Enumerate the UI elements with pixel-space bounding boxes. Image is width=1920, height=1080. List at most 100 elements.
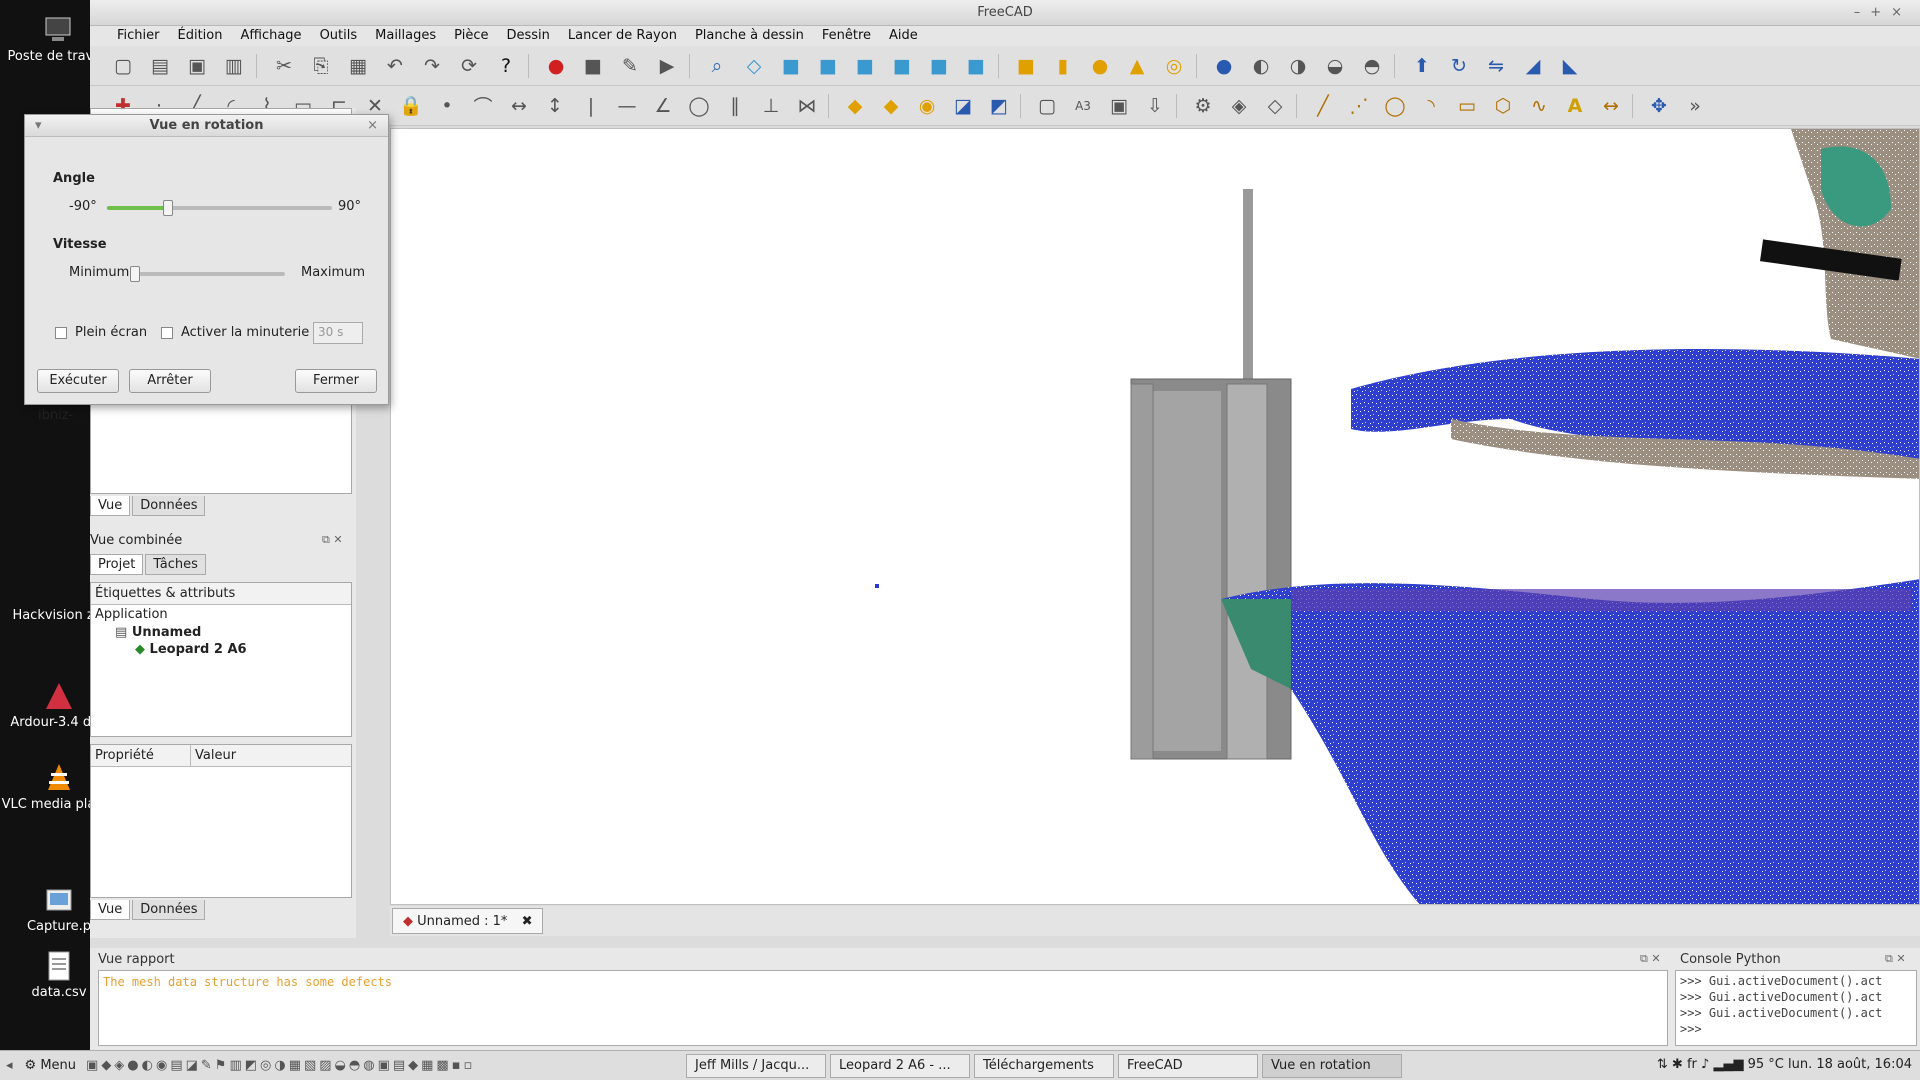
- taskbar-scroll-left-icon[interactable]: ◂: [0, 1058, 19, 1073]
- status-clock[interactable]: 95 °C lun. 18 août, 16:04: [1748, 1057, 1912, 1072]
- layer-icon[interactable]: ◆: [840, 91, 870, 121]
- tab-donnees-lower[interactable]: Données: [132, 900, 206, 920]
- 3d-view[interactable]: [390, 128, 1920, 905]
- menu-planche-a-dessin[interactable]: Planche à dessin: [686, 26, 813, 46]
- menu-maillages[interactable]: Maillages: [366, 26, 445, 46]
- property-col[interactable]: Propriété: [91, 745, 191, 766]
- chamfer-icon[interactable]: ◣: [1555, 51, 1585, 81]
- draft-bspline-icon[interactable]: ∿: [1524, 91, 1554, 121]
- value-col[interactable]: Valeur: [191, 745, 240, 766]
- draft-arc-icon[interactable]: ◝: [1416, 91, 1446, 121]
- tree-object-row[interactable]: ◆ Leopard 2 A6: [91, 641, 351, 658]
- dialog-close-icon[interactable]: ×: [367, 115, 378, 137]
- symmetric-icon[interactable]: ⋈: [792, 91, 822, 121]
- perpendicular-icon[interactable]: ⊥: [756, 91, 786, 121]
- signal-icon[interactable]: ▂▄▆: [1713, 1057, 1743, 1072]
- layer2-icon[interactable]: ◆: [876, 91, 906, 121]
- refresh-icon[interactable]: ⟳: [454, 51, 484, 81]
- menu-dessin[interactable]: Dessin: [497, 26, 558, 46]
- fillet-icon[interactable]: ◢: [1518, 51, 1548, 81]
- report-view[interactable]: The mesh data structure has some defects: [98, 970, 1668, 1046]
- tab-donnees-upper[interactable]: Données: [132, 496, 206, 516]
- draft-line-icon[interactable]: ╱: [1308, 91, 1338, 121]
- raytrace-icon[interactable]: ◪: [948, 91, 978, 121]
- draft-circle-icon[interactable]: ◯: [1380, 91, 1410, 121]
- menu-fenetre[interactable]: Fenêtre: [813, 26, 880, 46]
- bluetooth-icon[interactable]: ✱: [1672, 1057, 1683, 1072]
- vertical-distance-icon[interactable]: ↕: [540, 91, 570, 121]
- lang-indicator[interactable]: fr: [1687, 1057, 1697, 1072]
- open-folder-icon[interactable]: ▤: [145, 51, 175, 81]
- new-drawing-icon[interactable]: ▢: [1032, 91, 1062, 121]
- new-file-icon[interactable]: ▢: [108, 51, 138, 81]
- angle-icon[interactable]: ∠: [648, 91, 678, 121]
- record-macro-icon[interactable]: ●: [541, 51, 571, 81]
- menu-aide[interactable]: Aide: [880, 26, 927, 46]
- whats-this-icon[interactable]: ?: [491, 51, 521, 81]
- cylinder-icon[interactable]: ▮: [1048, 51, 1078, 81]
- common-icon[interactable]: ◒: [1320, 51, 1350, 81]
- lock-icon[interactable]: 🔒: [396, 91, 426, 121]
- menu-piece[interactable]: Pièce: [445, 26, 497, 46]
- view-top-icon[interactable]: ■: [813, 51, 843, 81]
- python-console[interactable]: >>> Gui.activeDocument().act >>> Gui.act…: [1675, 970, 1917, 1046]
- taskbar-app[interactable]: Leopard 2 A6 - ...: [830, 1053, 971, 1078]
- document-tab[interactable]: ◆ Unnamed : 1* ✖: [392, 908, 544, 934]
- edit-macro-icon[interactable]: ✎: [615, 51, 645, 81]
- toolbar-overflow-icon[interactable]: »: [1680, 91, 1710, 121]
- timer-checkbox[interactable]: [161, 327, 173, 339]
- part-design-icon[interactable]: ◈: [1224, 91, 1254, 121]
- close-button[interactable]: Fermer: [295, 369, 377, 393]
- menu-affichage[interactable]: Affichage: [231, 26, 310, 46]
- draft-dimension-icon[interactable]: ↔: [1596, 91, 1626, 121]
- horizontal-icon[interactable]: —: [612, 91, 642, 121]
- boolean-icon[interactable]: ●: [1209, 51, 1239, 81]
- box-icon[interactable]: ■: [1011, 51, 1041, 81]
- save-as-icon[interactable]: ▥: [219, 51, 249, 81]
- raytrace-export-icon[interactable]: ◩: [984, 91, 1014, 121]
- sphere-icon[interactable]: ●: [1085, 51, 1115, 81]
- section-icon[interactable]: ◓: [1357, 51, 1387, 81]
- network-icon[interactable]: ⇅: [1657, 1057, 1668, 1072]
- window-controls[interactable]: –+×: [1854, 0, 1912, 26]
- export-page-icon[interactable]: ⇩: [1140, 91, 1170, 121]
- quick-launch-icons[interactable]: ▣◆◈●◐◉▤◪✎⚑▥◩◎◑▦▧▨◒◓◍▣▤◆▦▩▪▫: [82, 1058, 682, 1073]
- timer-spinbox[interactable]: 30 s: [313, 322, 363, 344]
- taskbar-app[interactable]: FreeCAD: [1118, 1053, 1259, 1078]
- combo-view-controls[interactable]: ⧉ ✕: [322, 533, 343, 547]
- draft-rectangle-icon[interactable]: ▭: [1452, 91, 1482, 121]
- dialog-menu-icon[interactable]: ▾: [35, 115, 42, 137]
- view-projection-icon[interactable]: ▣: [1104, 91, 1134, 121]
- view-rear-icon[interactable]: ■: [887, 51, 917, 81]
- dialog-titlebar[interactable]: ▾ Vue en rotation ×: [25, 115, 388, 137]
- start-menu[interactable]: ⚙ Menu: [19, 1058, 83, 1073]
- undo-icon[interactable]: ↶: [380, 51, 410, 81]
- extrude-icon[interactable]: ⬆: [1407, 51, 1437, 81]
- taskbar-app[interactable]: Jeff Mills / Jacqu...: [686, 1053, 827, 1078]
- a3-page-icon[interactable]: A3: [1068, 91, 1098, 121]
- view-bottom-icon[interactable]: ■: [924, 51, 954, 81]
- mirror-icon[interactable]: ⇋: [1481, 51, 1511, 81]
- draft-text-icon[interactable]: A: [1560, 91, 1590, 121]
- view-right-icon[interactable]: ■: [850, 51, 880, 81]
- shape-builder-icon[interactable]: ◇: [1260, 91, 1290, 121]
- mesh-icon[interactable]: ◉: [912, 91, 942, 121]
- torus-icon[interactable]: ◎: [1159, 51, 1189, 81]
- paste-icon[interactable]: ▦: [343, 51, 373, 81]
- cone-icon[interactable]: ▲: [1122, 51, 1152, 81]
- vertical-icon[interactable]: |: [576, 91, 606, 121]
- cut-icon[interactable]: ✂: [269, 51, 299, 81]
- view-axo-icon[interactable]: ◇: [739, 51, 769, 81]
- tab-taches[interactable]: Tâches: [145, 554, 206, 575]
- taskbar-app[interactable]: Téléchargements: [974, 1053, 1115, 1078]
- stop-button[interactable]: Arrêter: [129, 369, 211, 393]
- tangent-icon[interactable]: ⌒: [468, 91, 498, 121]
- copy-icon[interactable]: ⎘: [306, 51, 336, 81]
- radius-icon[interactable]: ◯: [684, 91, 714, 121]
- draft-polygon-icon[interactable]: ⬡: [1488, 91, 1518, 121]
- taskbar-app-active[interactable]: Vue en rotation: [1262, 1053, 1403, 1078]
- draft-wire-icon[interactable]: ⋰: [1344, 91, 1374, 121]
- speed-slider-handle[interactable]: [130, 266, 140, 282]
- view-front-icon[interactable]: ■: [776, 51, 806, 81]
- move-icon[interactable]: ✥: [1644, 91, 1674, 121]
